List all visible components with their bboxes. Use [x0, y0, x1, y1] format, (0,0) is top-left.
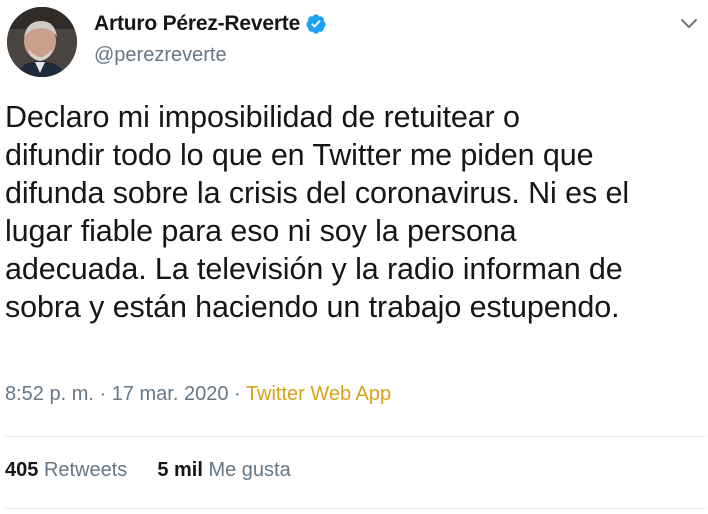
retweets-stat[interactable]: 405 Retweets: [5, 459, 127, 482]
verified-badge-icon: [305, 13, 327, 35]
avatar[interactable]: [7, 7, 77, 77]
tweet-text: Declaro mi imposibilidad de retuitear o …: [5, 100, 630, 324]
tweet-source-link[interactable]: Twitter Web App: [246, 383, 391, 405]
author-handle[interactable]: @perezreverte: [94, 44, 227, 67]
likes-count: 5 mil: [157, 459, 203, 481]
bottom-divider: [5, 508, 706, 509]
tweet-date[interactable]: 17 mar. 2020: [112, 383, 229, 405]
retweets-count: 405: [5, 459, 39, 481]
divider: [5, 436, 706, 437]
tweet-meta: 8:52 p. m. · 17 mar. 2020 · Twitter Web …: [5, 383, 391, 406]
tweet-time[interactable]: 8:52 p. m.: [5, 383, 94, 405]
author-display-name[interactable]: Arturo Pérez-Reverte: [94, 12, 300, 36]
tweet-stats: 405 Retweets 5 mil Me gusta: [5, 459, 291, 482]
likes-stat[interactable]: 5 mil Me gusta: [157, 459, 290, 482]
meta-separator: ·: [93, 383, 112, 405]
author-name-row: Arturo Pérez-Reverte: [94, 12, 327, 36]
avatar-image: [7, 7, 77, 77]
retweets-label: Retweets: [43, 459, 128, 481]
likes-label: Me gusta: [208, 459, 291, 481]
chevron-down-icon[interactable]: [678, 12, 700, 34]
meta-separator-2: ·: [228, 383, 246, 405]
